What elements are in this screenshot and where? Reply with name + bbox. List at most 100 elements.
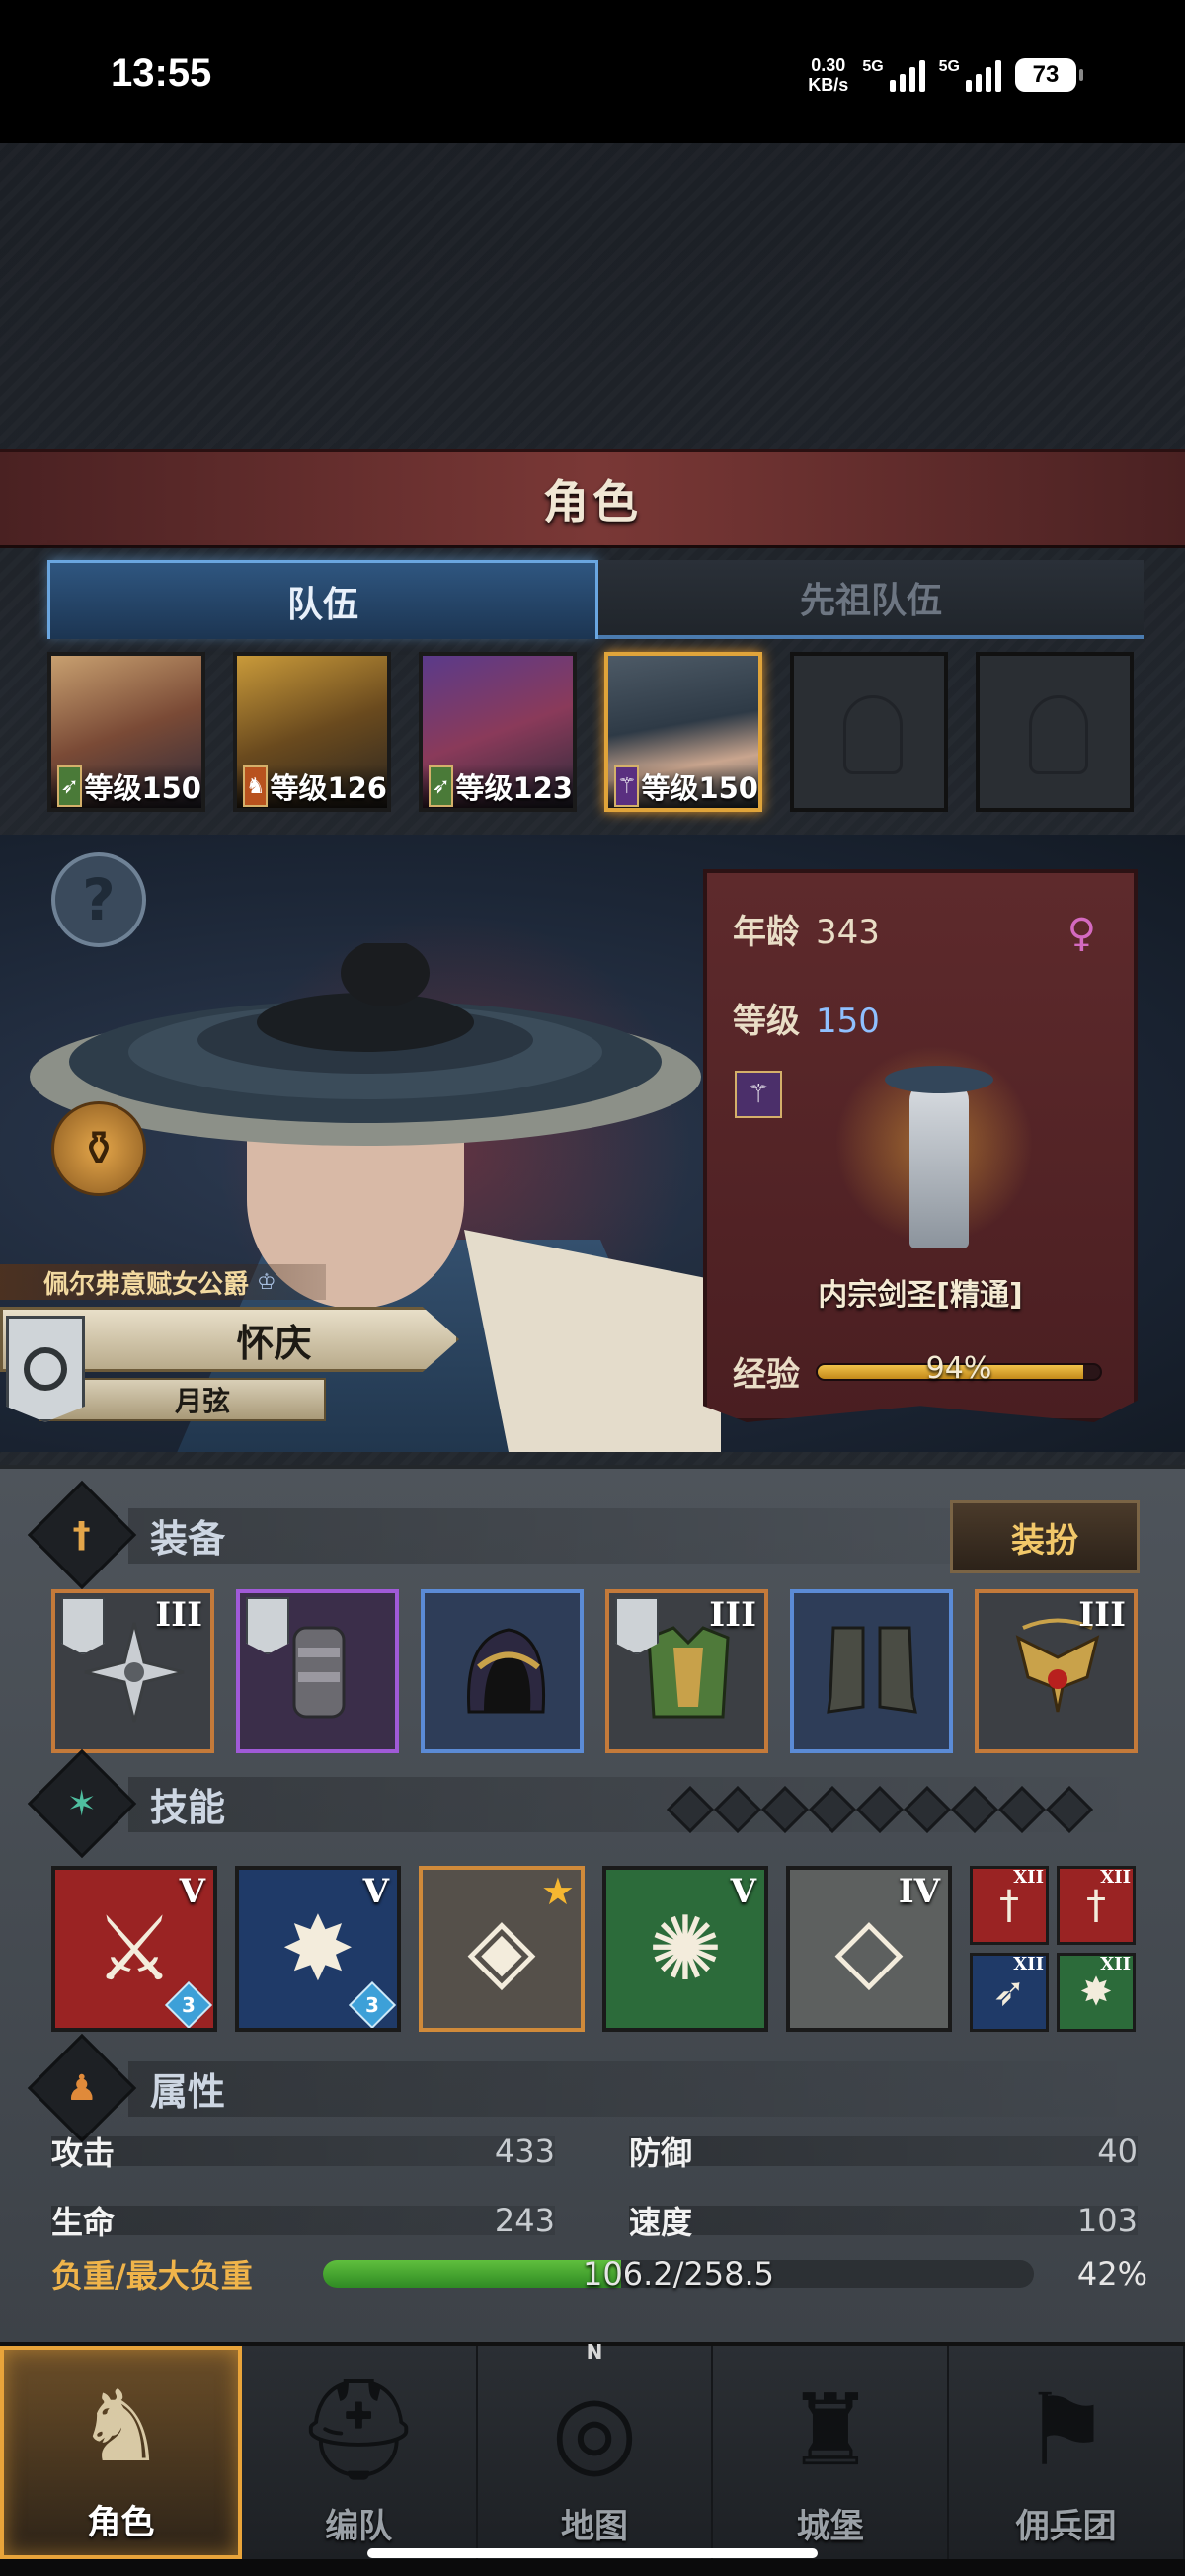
- help-button[interactable]: ?: [51, 852, 146, 947]
- skills-title: 技能: [150, 1785, 226, 1829]
- potion-button[interactable]: ⚱: [51, 1101, 146, 1196]
- dagger-icon: †: [27, 1480, 137, 1590]
- guild-banner-icon: [61, 1597, 105, 1654]
- job-title[interactable]: 内宗剑圣[精通]: [707, 1270, 1134, 1314]
- equipment-slot-armor[interactable]: III: [605, 1589, 768, 1753]
- skill-point-diamond: [997, 1785, 1047, 1834]
- team-slot-empty-5[interactable]: [790, 652, 948, 812]
- staff-icon: ⚚: [614, 765, 640, 807]
- stat-defense: 防御 40: [629, 2133, 1138, 2172]
- bow-icon: ➶: [57, 765, 83, 807]
- skill-point-diamond: [760, 1785, 810, 1834]
- nav-mercenary[interactable]: ⚑ 佣兵团: [949, 2346, 1185, 2559]
- guild-banner-icon: [246, 1597, 289, 1654]
- star-icon: ✶: [27, 1748, 137, 1859]
- title-banner: 角色: [0, 449, 1185, 548]
- team-slot-empty-6[interactable]: [976, 652, 1134, 812]
- tier-badge: V: [179, 1872, 205, 1911]
- passive-skills: † XII † XII ➶ XII ✸ XII: [970, 1866, 1136, 2032]
- tab-ancestor-team[interactable]: 先祖队伍: [598, 560, 1144, 639]
- stat-attack: 攻击 433: [51, 2133, 555, 2172]
- beast-icon: ♞: [243, 765, 269, 807]
- burst-icon: ✸: [1079, 1970, 1113, 2015]
- equipment-title: 装备: [150, 1516, 226, 1561]
- battery-icon: 73: [1015, 58, 1083, 92]
- tier-badge: V: [362, 1872, 389, 1911]
- compass-north-label: N: [586, 2340, 603, 2364]
- skill-point-diamond: [808, 1785, 857, 1834]
- skill-slot-5[interactable]: ◇ IV: [786, 1866, 952, 2032]
- knight-icon: ♞: [76, 2368, 166, 2484]
- skill-point-diamond: [903, 1785, 952, 1834]
- team-member-2[interactable]: ♞ 等级126: [233, 652, 391, 812]
- passive-skill-1[interactable]: † XII: [970, 1866, 1049, 1945]
- home-indicator[interactable]: [367, 2548, 818, 2558]
- bow-icon: ➶: [429, 765, 454, 807]
- signal-icon: 5G: [862, 58, 925, 92]
- skill-point-diamond: [666, 1785, 715, 1834]
- dagger-icon: †: [1086, 1883, 1106, 1928]
- equipment-slot-amulet[interactable]: III: [975, 1589, 1138, 1753]
- team-member-3[interactable]: ➶ 等级123: [419, 652, 577, 812]
- nav-character[interactable]: ♞ 角色: [0, 2346, 242, 2559]
- boots-icon: [827, 1626, 917, 1714]
- skill-slot-3[interactable]: ◈ ★: [419, 1866, 585, 2032]
- skill-point-diamond: [855, 1785, 905, 1834]
- skill-point-diamond: [950, 1785, 999, 1834]
- bottom-nav: ♞ 角色 ⛑ 编队 N ◎ 地图 ♜ 城堡 ⚑ 佣兵团: [0, 2340, 1185, 2559]
- stat-speed: 速度 103: [629, 2202, 1138, 2241]
- helmet-icon: [843, 695, 903, 774]
- staff-icon: ⚚: [735, 1071, 782, 1118]
- status-bar: 13:55 0.30 KB/s 5G 5G 73: [0, 0, 1185, 143]
- equipment-slot-boots[interactable]: [790, 1589, 953, 1753]
- team-portraits: ➶ 等级150 ♞ 等级126 ➶ 等级123 ⚚ 等级150: [47, 652, 1134, 812]
- details-panel: † 装备 装扮 III III III ✶ 技能 ⚔ V 3 ✸ V 3 ◈ ★…: [0, 1465, 1185, 2342]
- character-info-panel: 年龄 343 ♀ 等级 150 ⚚ 内宗剑圣[精通] 经验 94%: [703, 869, 1138, 1422]
- character-title: 佩尔弗意赋女公爵 ♔: [0, 1264, 326, 1300]
- castle-icon: ♜: [785, 2372, 875, 2488]
- skill-slot-2[interactable]: ✸ V 3: [235, 1866, 401, 2032]
- network-speed: 0.30 KB/s: [808, 55, 849, 95]
- class-figure: [826, 1021, 1043, 1268]
- nav-castle[interactable]: ♜ 城堡: [713, 2346, 950, 2559]
- tier-badge: III: [155, 1595, 202, 1635]
- skill-slot-4[interactable]: ✺ V: [602, 1866, 768, 2032]
- age-value: 343: [816, 913, 880, 952]
- skill-point-diamond: [713, 1785, 762, 1834]
- page-title: 角色: [543, 475, 642, 528]
- team-tabs: 队伍 先祖队伍: [47, 560, 1144, 639]
- load-capacity: 负重/最大负重 106.2/258.5 42%: [51, 2249, 1147, 2298]
- age-label: 年龄: [733, 913, 800, 952]
- status-icons: 0.30 KB/s 5G 5G 73: [808, 55, 1083, 95]
- passive-skill-2[interactable]: † XII: [1057, 1866, 1136, 1945]
- exp-label: 经验: [733, 1355, 800, 1395]
- mercenary-banner-icon: ⚑: [1021, 2372, 1111, 2488]
- tier-badge: III: [1078, 1595, 1126, 1635]
- equipment-slot-weapon[interactable]: III: [51, 1589, 214, 1753]
- dress-up-button[interactable]: 装扮: [950, 1500, 1140, 1573]
- dagger-icon: †: [999, 1883, 1019, 1928]
- passive-skill-4[interactable]: ✸ XII: [1057, 1953, 1136, 2032]
- figure-icon: ♟: [27, 2033, 137, 2143]
- tab-team[interactable]: 队伍: [47, 560, 598, 639]
- nav-formation[interactable]: ⛑ 编队: [242, 2346, 478, 2559]
- team-member-1[interactable]: ➶ 等级150: [47, 652, 205, 812]
- skill-slot-1[interactable]: ⚔ V 3: [51, 1866, 217, 2032]
- load-label: 负重/最大负重: [51, 2257, 253, 2294]
- level-value: 150: [816, 1002, 880, 1041]
- tier-badge: V: [730, 1872, 756, 1911]
- equipment-slot-gauntlet[interactable]: [236, 1589, 399, 1753]
- guild-banner-icon: [615, 1597, 659, 1654]
- stat-hp: 生命 243: [51, 2202, 555, 2241]
- nav-map[interactable]: N ◎ 地图: [478, 2340, 714, 2559]
- attributes-header: ♟ 属性: [27, 2033, 225, 2143]
- hood-icon: [467, 1628, 546, 1714]
- helmet-icon: [1029, 695, 1088, 774]
- guild-banner-icon[interactable]: [6, 1316, 85, 1422]
- equipment-slot-helmet[interactable]: [421, 1589, 584, 1753]
- bird-icon: ➶: [992, 1970, 1026, 2015]
- passive-skill-3[interactable]: ➶ XII: [970, 1953, 1049, 2032]
- team-member-4[interactable]: ⚚ 等级150: [604, 652, 762, 812]
- load-value: 106.2/258.5: [583, 2255, 774, 2293]
- exp-percent: 94%: [925, 1351, 992, 1386]
